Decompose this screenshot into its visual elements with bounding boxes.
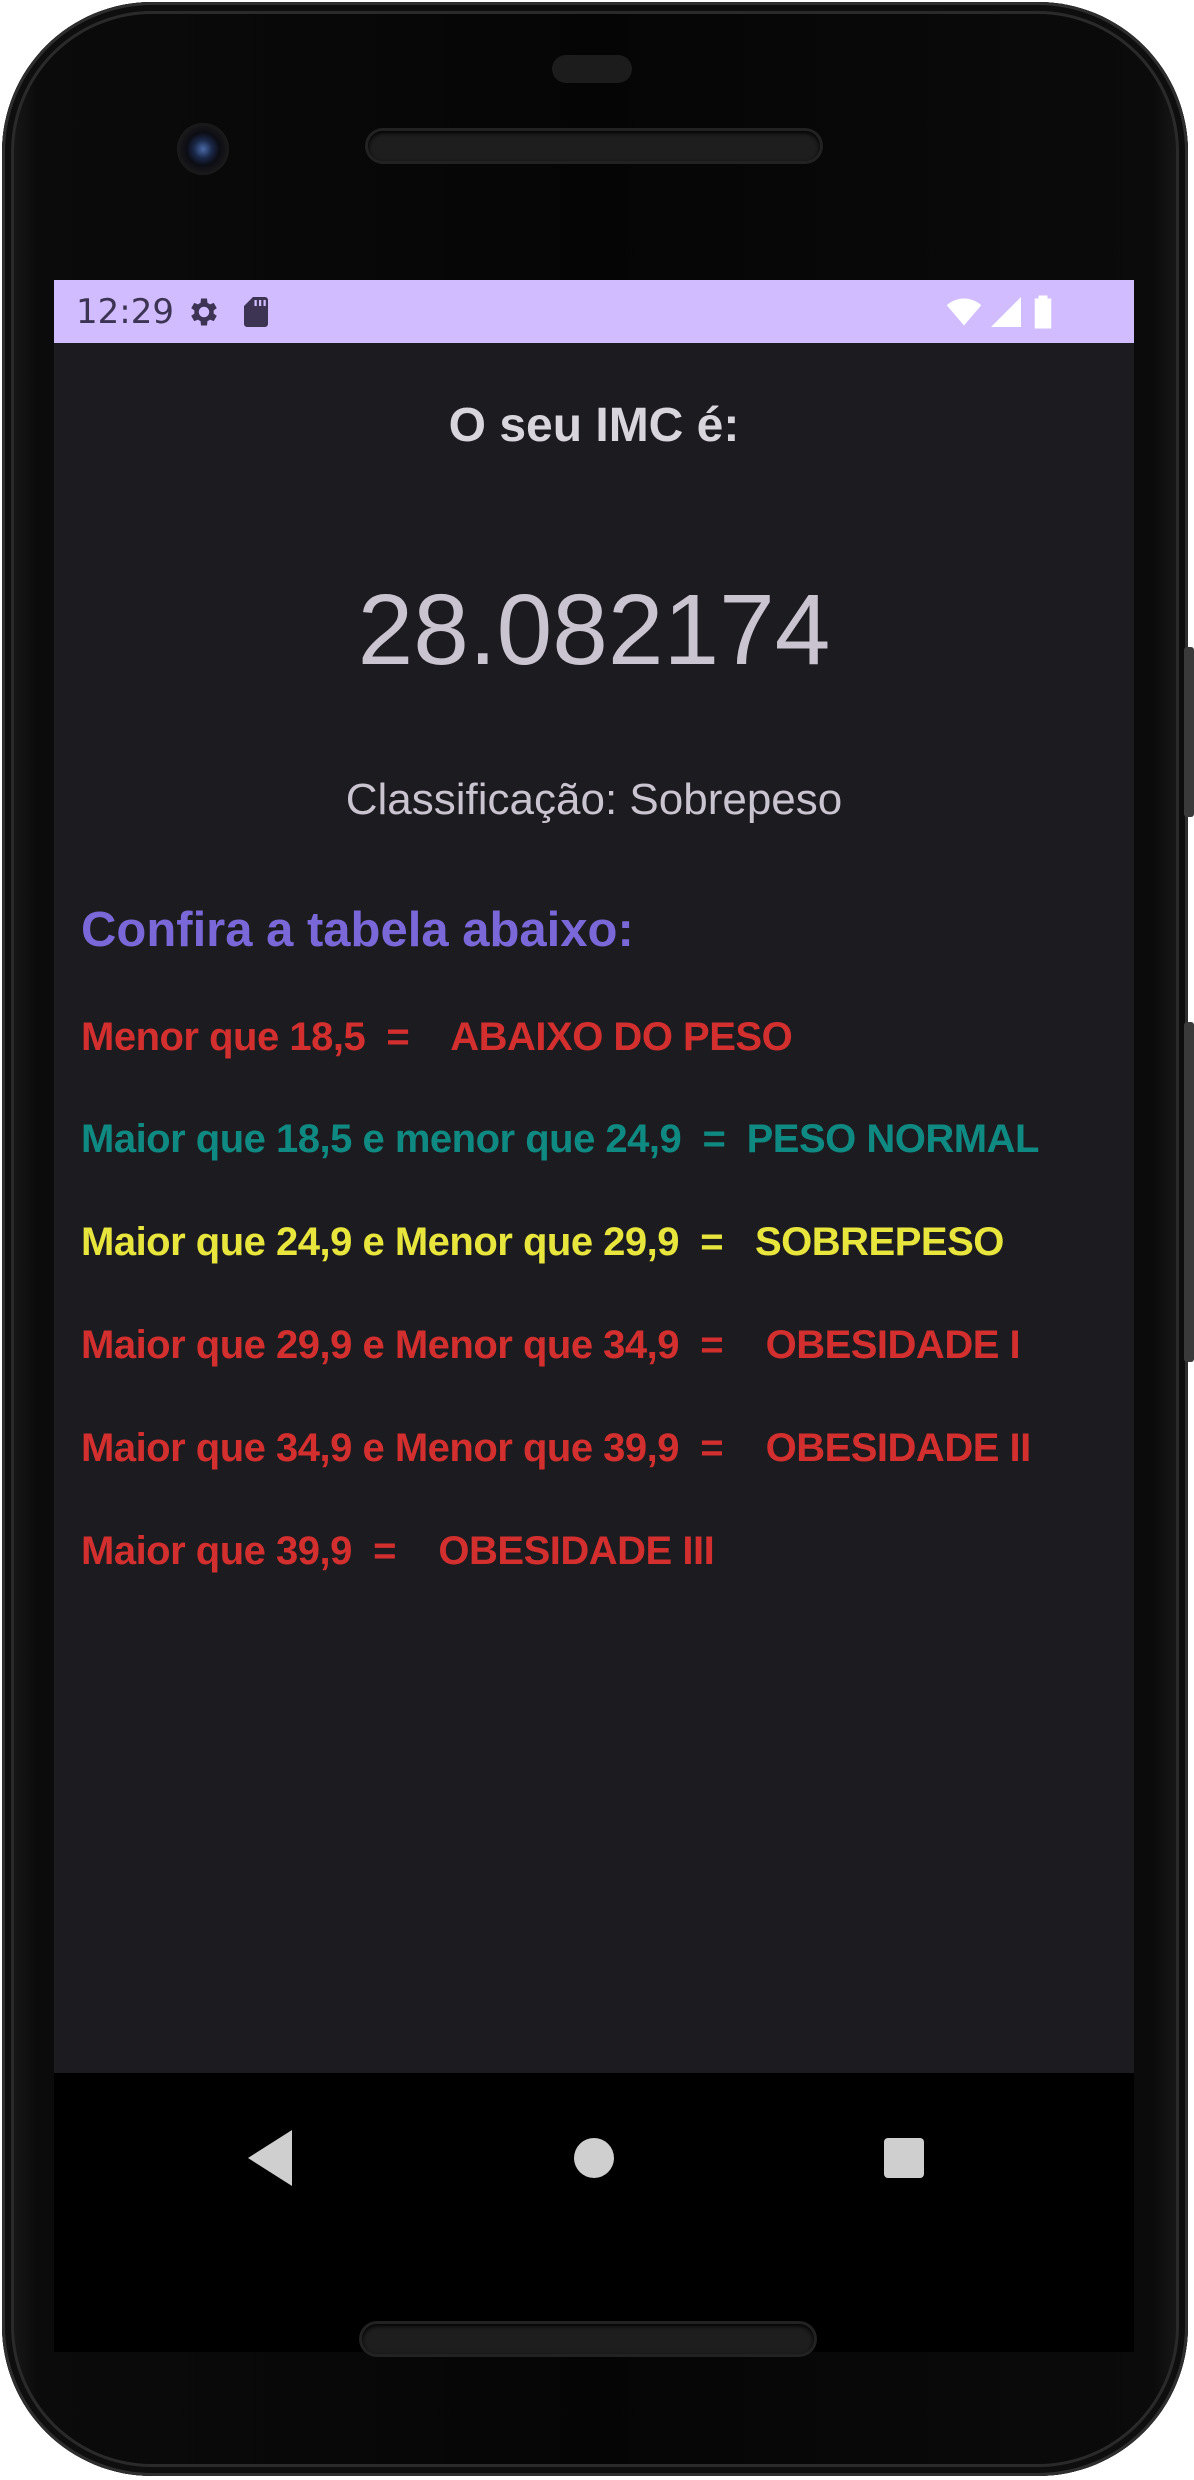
page-title: O seu IMC é:	[448, 399, 740, 452]
volume-button	[1184, 1022, 1194, 1362]
top-speaker	[368, 131, 820, 161]
status-time: 12:29	[76, 292, 174, 332]
gear-icon	[191, 298, 217, 326]
signal-icon	[991, 297, 1021, 327]
sd-card-icon	[244, 297, 268, 327]
front-camera	[177, 123, 229, 175]
recents-icon[interactable]	[864, 2118, 944, 2198]
imc-result-screen: O seu IMC é: 28.082174 Classificação: So…	[54, 343, 1134, 2073]
back-icon[interactable]	[232, 2118, 312, 2198]
table-row-normal: Maior que 18,5 e menor que 24,9 = PESO N…	[81, 1117, 1039, 1161]
table-row-obesity-2: Maior que 34,9 e Menor que 39,9 = OBESID…	[81, 1426, 1031, 1470]
table-row-obesity-1: Maior que 29,9 e Menor que 34,9 = OBESID…	[81, 1323, 1021, 1367]
status-bar: 12:29	[54, 280, 1134, 343]
phone-frame: 12:29 O seu IMC é: 28.082174 Classificaç…	[2, 2, 1194, 2476]
wifi-icon	[946, 298, 982, 326]
power-button	[1184, 647, 1194, 817]
screen: 12:29 O seu IMC é: 28.082174 Classificaç…	[54, 280, 1134, 2352]
imc-value: 28.082174	[357, 574, 831, 686]
classification-label: Classificação: Sobrepeso	[345, 775, 843, 824]
bottom-speaker	[362, 2324, 814, 2354]
table-row-overweight: Maior que 24,9 e Menor que 29,9 = SOBREP…	[81, 1220, 1004, 1264]
table-row-obesity-3: Maior que 39,9 = OBESIDADE III	[81, 1529, 715, 1573]
home-icon[interactable]	[554, 2118, 634, 2198]
table-row-underweight: Menor que 18,5 = ABAIXO DO PESO	[81, 1015, 793, 1059]
table-heading: Confira a tabela abaixo:	[81, 903, 634, 957]
navigation-bar	[54, 2073, 1134, 2352]
earpiece-notch	[552, 55, 632, 83]
battery-icon	[1034, 295, 1052, 329]
